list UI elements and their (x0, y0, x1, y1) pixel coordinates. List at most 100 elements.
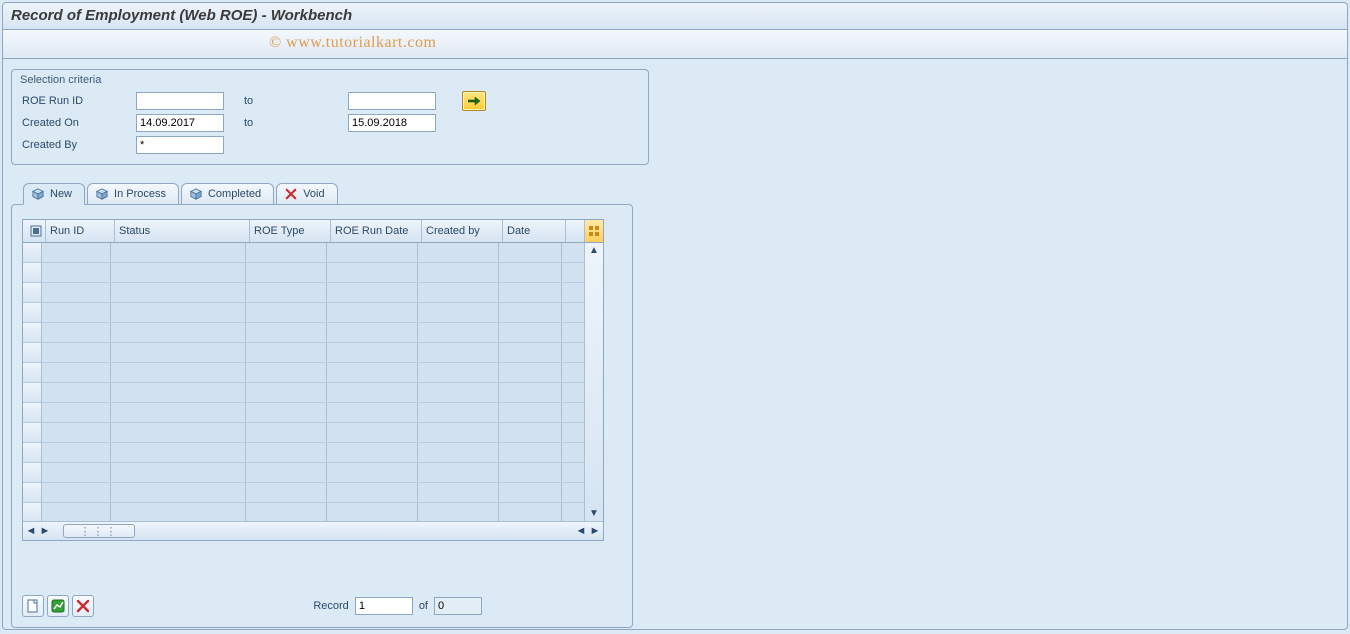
create-button[interactable] (22, 595, 44, 617)
window-title: Record of Employment (Web ROE) - Workben… (3, 3, 1347, 30)
cell-run-id (42, 343, 111, 362)
row-selector[interactable] (23, 423, 42, 442)
tab-completed[interactable]: Completed (181, 183, 274, 204)
table-row[interactable] (23, 503, 584, 521)
select-all-icon (30, 225, 42, 237)
row-selector[interactable] (23, 263, 42, 282)
cell-status (111, 263, 246, 282)
cell-roe-run-date (327, 383, 418, 402)
row-selector[interactable] (23, 483, 42, 502)
table-row[interactable] (23, 363, 584, 383)
row-selector[interactable] (23, 363, 42, 382)
record-current-input[interactable] (355, 597, 413, 615)
table-row[interactable] (23, 243, 584, 263)
scroll-left-icon[interactable]: ◄ (25, 525, 37, 537)
tab-new-label: New (50, 188, 72, 200)
cell-roe-run-date (327, 423, 418, 442)
cell-created-by (418, 463, 499, 482)
cell-roe-run-date (327, 403, 418, 422)
cell-date (499, 343, 562, 362)
cell-date (499, 263, 562, 282)
cell-run-id (42, 283, 111, 302)
cell-roe-run-date (327, 263, 418, 282)
input-created-on-to[interactable] (348, 114, 436, 132)
results-table: Run ID Status ROE Type ROE Run Date Crea… (22, 219, 604, 541)
scroll-right-step-icon[interactable]: ► (39, 525, 51, 537)
cell-run-id (42, 263, 111, 282)
cell-roe-type (246, 283, 327, 302)
table-row[interactable] (23, 443, 584, 463)
row-selector[interactable] (23, 463, 42, 482)
row-selector[interactable] (23, 283, 42, 302)
cell-created-by (418, 443, 499, 462)
cell-status (111, 243, 246, 262)
table-rows-container (23, 243, 584, 521)
cell-roe-run-date (327, 363, 418, 382)
row-selector[interactable] (23, 323, 42, 342)
cell-created-by (418, 363, 499, 382)
execute-button[interactable] (47, 595, 69, 617)
scroll-down-icon[interactable]: ▼ (588, 507, 600, 519)
col-date[interactable]: Date (503, 220, 566, 242)
input-roe-run-id-from[interactable] (136, 92, 224, 110)
cell-created-by (418, 423, 499, 442)
delete-button[interactable] (72, 595, 94, 617)
table-row[interactable] (23, 343, 584, 363)
cell-roe-type (246, 443, 327, 462)
row-selector[interactable] (23, 403, 42, 422)
cell-roe-run-date (327, 343, 418, 362)
cube-icon (32, 188, 44, 200)
table-row[interactable] (23, 323, 584, 343)
row-selector[interactable] (23, 303, 42, 322)
row-created-by: Created By (20, 134, 640, 156)
cell-created-by (418, 503, 499, 521)
scroll-thumb[interactable]: ⋮⋮⋮ (63, 524, 135, 538)
col-roe-run-date[interactable]: ROE Run Date (331, 220, 422, 242)
table-settings-button[interactable] (584, 220, 603, 242)
table-row[interactable] (23, 483, 584, 503)
cell-roe-type (246, 323, 327, 342)
table-row[interactable] (23, 463, 584, 483)
table-row[interactable] (23, 403, 584, 423)
cell-status (111, 423, 246, 442)
scroll-up-icon[interactable]: ▲ (588, 245, 600, 257)
record-label: Record (313, 600, 348, 612)
scroll-left-end-icon[interactable]: ◄ (575, 525, 587, 537)
table-row[interactable] (23, 383, 584, 403)
table-row[interactable] (23, 303, 584, 323)
cell-status (111, 463, 246, 482)
table-row[interactable] (23, 263, 584, 283)
input-roe-run-id-to[interactable] (348, 92, 436, 110)
row-selector[interactable] (23, 343, 42, 362)
cell-roe-run-date (327, 503, 418, 521)
scroll-right-icon[interactable]: ► (589, 525, 601, 537)
col-roe-type[interactable]: ROE Type (250, 220, 331, 242)
row-selector[interactable] (23, 443, 42, 462)
input-created-by[interactable] (136, 136, 224, 154)
table-row[interactable] (23, 283, 584, 303)
cell-date (499, 283, 562, 302)
cell-roe-run-date (327, 243, 418, 262)
table-row[interactable] (23, 423, 584, 443)
tabs-row: New In Process Complet (11, 183, 633, 204)
tab-void[interactable]: Void (276, 183, 337, 204)
col-status[interactable]: Status (115, 220, 250, 242)
row-selector[interactable] (23, 243, 42, 262)
row-selector[interactable] (23, 383, 42, 402)
horizontal-scrollbar[interactable]: ◄ ► ⋮⋮⋮ ◄ ► (23, 521, 603, 540)
cell-created-by (418, 303, 499, 322)
col-run-id[interactable]: Run ID (46, 220, 115, 242)
tab-new[interactable]: New (23, 183, 85, 205)
multiple-selection-button[interactable] (462, 91, 486, 111)
vertical-scrollbar[interactable]: ▲ ▼ (584, 243, 603, 521)
col-created-by[interactable]: Created by (422, 220, 503, 242)
row-created-on: Created On to (20, 112, 640, 134)
input-created-on-from[interactable] (136, 114, 224, 132)
select-all-cell[interactable] (23, 220, 46, 242)
row-selector[interactable] (23, 503, 42, 521)
cell-status (111, 483, 246, 502)
tab-in-process[interactable]: In Process (87, 183, 179, 204)
scroll-track[interactable]: ⋮⋮⋮ (53, 525, 573, 537)
table-settings-icon (588, 225, 600, 237)
cell-date (499, 323, 562, 342)
